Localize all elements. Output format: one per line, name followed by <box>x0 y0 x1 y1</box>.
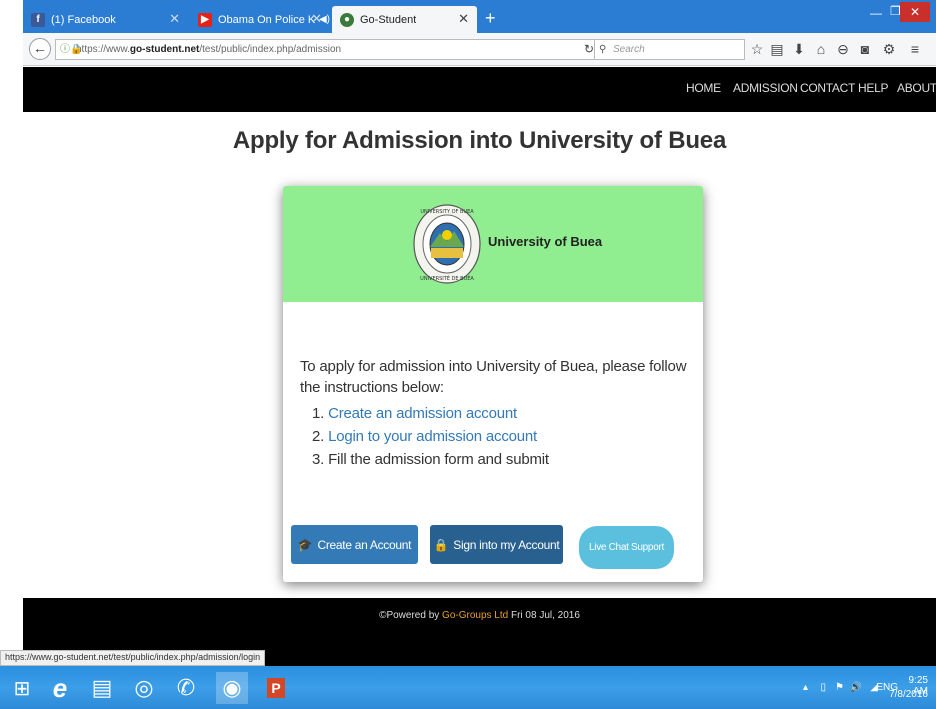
university-name: University of Buea <box>488 234 603 249</box>
file-explorer-icon[interactable]: ▤ <box>86 672 118 704</box>
minimize-icon[interactable]: — <box>870 6 882 20</box>
extension-icon[interactable]: ⚙ <box>881 41 897 58</box>
reading-list-icon[interactable]: ▤ <box>769 41 785 58</box>
step-number: 2. <box>312 428 325 445</box>
volume-icon[interactable]: 🔊 <box>850 682 862 693</box>
nav-about[interactable]: ABOUT <box>897 81 936 95</box>
close-icon[interactable]: ✕ <box>311 11 322 27</box>
youtube-icon: ▶ <box>198 12 212 27</box>
battery-icon[interactable]: ▯ <box>820 682 826 693</box>
step-number: 1. <box>312 405 325 422</box>
tray-expand-icon[interactable]: ▴ <box>803 682 808 693</box>
tab-label: Obama On Police Killi... <box>218 13 315 26</box>
admission-card: UNIVERSITY OF BUEA UNIVERSITÉ DE BUÉA Un… <box>283 186 703 582</box>
card-header: UNIVERSITY OF BUEA UNIVERSITÉ DE BUÉA Un… <box>283 186 703 302</box>
university-logo: UNIVERSITY OF BUEA UNIVERSITÉ DE BUÉA <box>413 204 481 284</box>
clock-date[interactable]: 7/8/2016 <box>889 689 928 700</box>
site-header: HOME ADMISSION CONTACT HELP ABOUT <box>23 67 936 112</box>
download-icon[interactable]: ⬇ <box>791 41 807 58</box>
footer-brand-link[interactable]: Go-Groups Ltd <box>442 610 508 621</box>
left-margin <box>0 0 23 709</box>
home-icon[interactable]: ⌂ <box>813 41 829 57</box>
list-item: 1. Create an admission account <box>312 402 690 425</box>
lock-icon: 🔒 <box>433 537 449 552</box>
reload-icon[interactable]: ↻ <box>584 40 594 59</box>
edge-icon[interactable]: e <box>44 672 76 704</box>
page-title: Apply for Admission into University of B… <box>232 127 727 154</box>
nav-admission[interactable]: ADMISSION <box>733 81 798 95</box>
close-icon[interactable]: ✕ <box>169 11 180 27</box>
graduation-cap-icon: 🎓 <box>297 537 313 552</box>
menu-icon[interactable]: ≡ <box>907 41 923 57</box>
sign-in-button[interactable]: 🔒 Sign into my Account <box>430 525 563 564</box>
nav-home[interactable]: HOME <box>686 81 721 95</box>
tab-label: Go-Student <box>360 13 417 26</box>
address-bar[interactable]: ⓘ🔒 https://www.go-student.net/test/publi… <box>55 39 595 60</box>
back-button[interactable]: ← <box>29 38 51 60</box>
footer-text: ©Powered by Go-Groups Ltd Fri 08 Jul, 20… <box>23 610 936 621</box>
lock-icon: ⓘ🔒 <box>60 44 83 55</box>
svg-text:UNIVERSITY OF BUEA: UNIVERSITY OF BUEA <box>420 209 474 215</box>
tab-youtube[interactable]: ▶ Obama On Police Killi... ◀) ✕ <box>190 6 330 33</box>
sign-in-label: Sign into my Account <box>453 537 560 552</box>
tab-facebook[interactable]: f (1) Facebook ✕ <box>23 6 188 33</box>
search-input[interactable]: ⚲ Search <box>595 39 745 60</box>
footer-prefix: ©Powered by <box>379 610 443 621</box>
taskbar: ⊞ e ▤ ◎ ✆ ◉ P ▴ ▯ ⚑ 🔊 ◢ ENG 9:25 AM 7/8/… <box>0 666 936 709</box>
powerpoint-icon[interactable]: P <box>260 672 292 704</box>
status-url: https://www.go-student.net/test/public/i… <box>0 650 266 666</box>
url-domain: go-student.net <box>129 44 200 55</box>
list-item: 3. Fill the admission form and submit <box>312 448 690 471</box>
firefox-icon[interactable]: ◉ <box>216 672 248 704</box>
bookmark-star-icon[interactable]: ☆ <box>749 41 765 58</box>
nav-contact[interactable]: CONTACT <box>800 81 855 95</box>
pocket-icon[interactable]: ◙ <box>857 41 873 57</box>
close-icon[interactable]: ✕ <box>458 11 469 27</box>
create-account-label: Create an Account <box>317 537 412 552</box>
search-icon: ⚲ <box>599 44 607 55</box>
nav-help[interactable]: HELP <box>858 81 888 95</box>
url-path: /test/public/index.php/admission <box>199 44 342 55</box>
step-text: Fill the admission form and submit <box>328 451 549 468</box>
url-prefix: https://www. <box>76 44 130 55</box>
tab-label: (1) Facebook <box>51 13 116 26</box>
windows-start-icon[interactable]: ⊞ <box>6 672 38 704</box>
browser-tab-bar: f (1) Facebook ✕ ▶ Obama On Police Killi… <box>23 0 936 33</box>
viber-icon[interactable]: ✆ <box>170 672 202 704</box>
tab-go-student[interactable]: ● Go-Student ✕ <box>332 6 477 33</box>
create-account-button[interactable]: 🎓 Create an Account <box>291 525 418 564</box>
browser-toolbar: ← ⓘ🔒 https://www.go-student.net/test/pub… <box>23 33 936 66</box>
live-chat-button[interactable]: Live Chat Support <box>579 526 674 569</box>
create-account-link[interactable]: Create an admission account <box>328 405 517 422</box>
steps-list: 1. Create an admission account 2. Login … <box>300 402 690 471</box>
go-student-icon: ● <box>340 12 354 27</box>
flag-icon[interactable]: ⚑ <box>835 682 844 693</box>
login-link[interactable]: Login to your admission account <box>328 428 537 445</box>
list-item: 2. Login to your admission account <box>312 425 690 448</box>
intro-text: To apply for admission into University o… <box>300 358 687 396</box>
footer-date: Fri 08 Jul, 2016 <box>508 610 580 621</box>
instructions: To apply for admission into University o… <box>300 356 690 471</box>
sync-icon[interactable]: ⊖ <box>835 41 851 58</box>
window-close-button[interactable]: ✕ <box>900 2 930 22</box>
search-placeholder: Search <box>613 44 645 55</box>
step-number: 3. <box>312 451 325 468</box>
new-tab-button[interactable]: + <box>485 8 496 29</box>
chrome-icon[interactable]: ◎ <box>128 672 160 704</box>
svg-text:UNIVERSITÉ DE BUÉA: UNIVERSITÉ DE BUÉA <box>420 274 474 282</box>
facebook-icon: f <box>31 12 45 27</box>
